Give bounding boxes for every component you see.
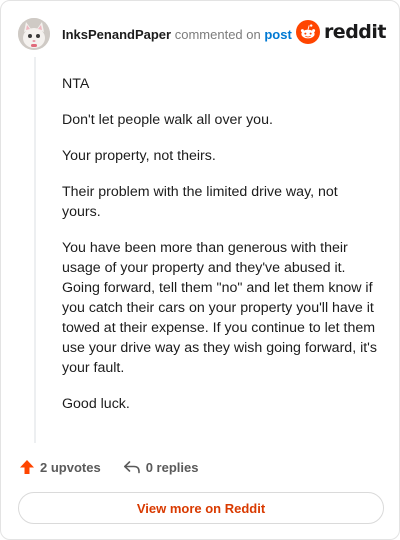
reddit-logo[interactable]: reddit: [295, 20, 387, 44]
comment-paragraph: Your property, not theirs.: [62, 148, 216, 164]
comment-paragraph: Don't let people walk all over you.: [62, 112, 273, 128]
reply-arrow-icon[interactable]: [123, 459, 141, 475]
user-avatar[interactable]: [18, 18, 50, 50]
comment-paragraph: You have been more than generous with th…: [62, 240, 377, 376]
upvote-arrow-icon[interactable]: [19, 459, 35, 475]
embedded-comment-card: InksPenandPaper commented on post reddit…: [0, 0, 400, 540]
comment-footer: 2 upvotes 0 replies: [19, 457, 198, 477]
cat-avatar-icon: [18, 18, 50, 50]
reddit-snoo-icon: [295, 20, 320, 44]
comment-paragraph: Their problem with the limited drive way…: [62, 184, 338, 220]
upvote-count: 2 upvotes: [40, 459, 101, 475]
comment-body: NTA Don't let people walk all over you. …: [62, 74, 380, 430]
post-link[interactable]: post: [264, 27, 291, 42]
comment-paragraph: Good luck.: [62, 396, 130, 412]
author-name[interactable]: InksPenandPaper: [62, 27, 171, 42]
reply-count: 0 replies: [145, 459, 199, 475]
reply-control[interactable]: 0 replies: [123, 459, 199, 475]
thread-line: [34, 57, 36, 443]
comment-paragraph: NTA: [62, 76, 90, 92]
comment-action-text: commented on: [174, 26, 261, 42]
upvote-control[interactable]: 2 upvotes: [19, 459, 101, 475]
view-more-button[interactable]: View more on Reddit: [18, 492, 384, 524]
comment-header: InksPenandPaper commented on post reddit: [18, 17, 387, 51]
comment-meta: InksPenandPaper commented on post: [62, 27, 292, 42]
reddit-wordmark: reddit: [323, 21, 387, 43]
